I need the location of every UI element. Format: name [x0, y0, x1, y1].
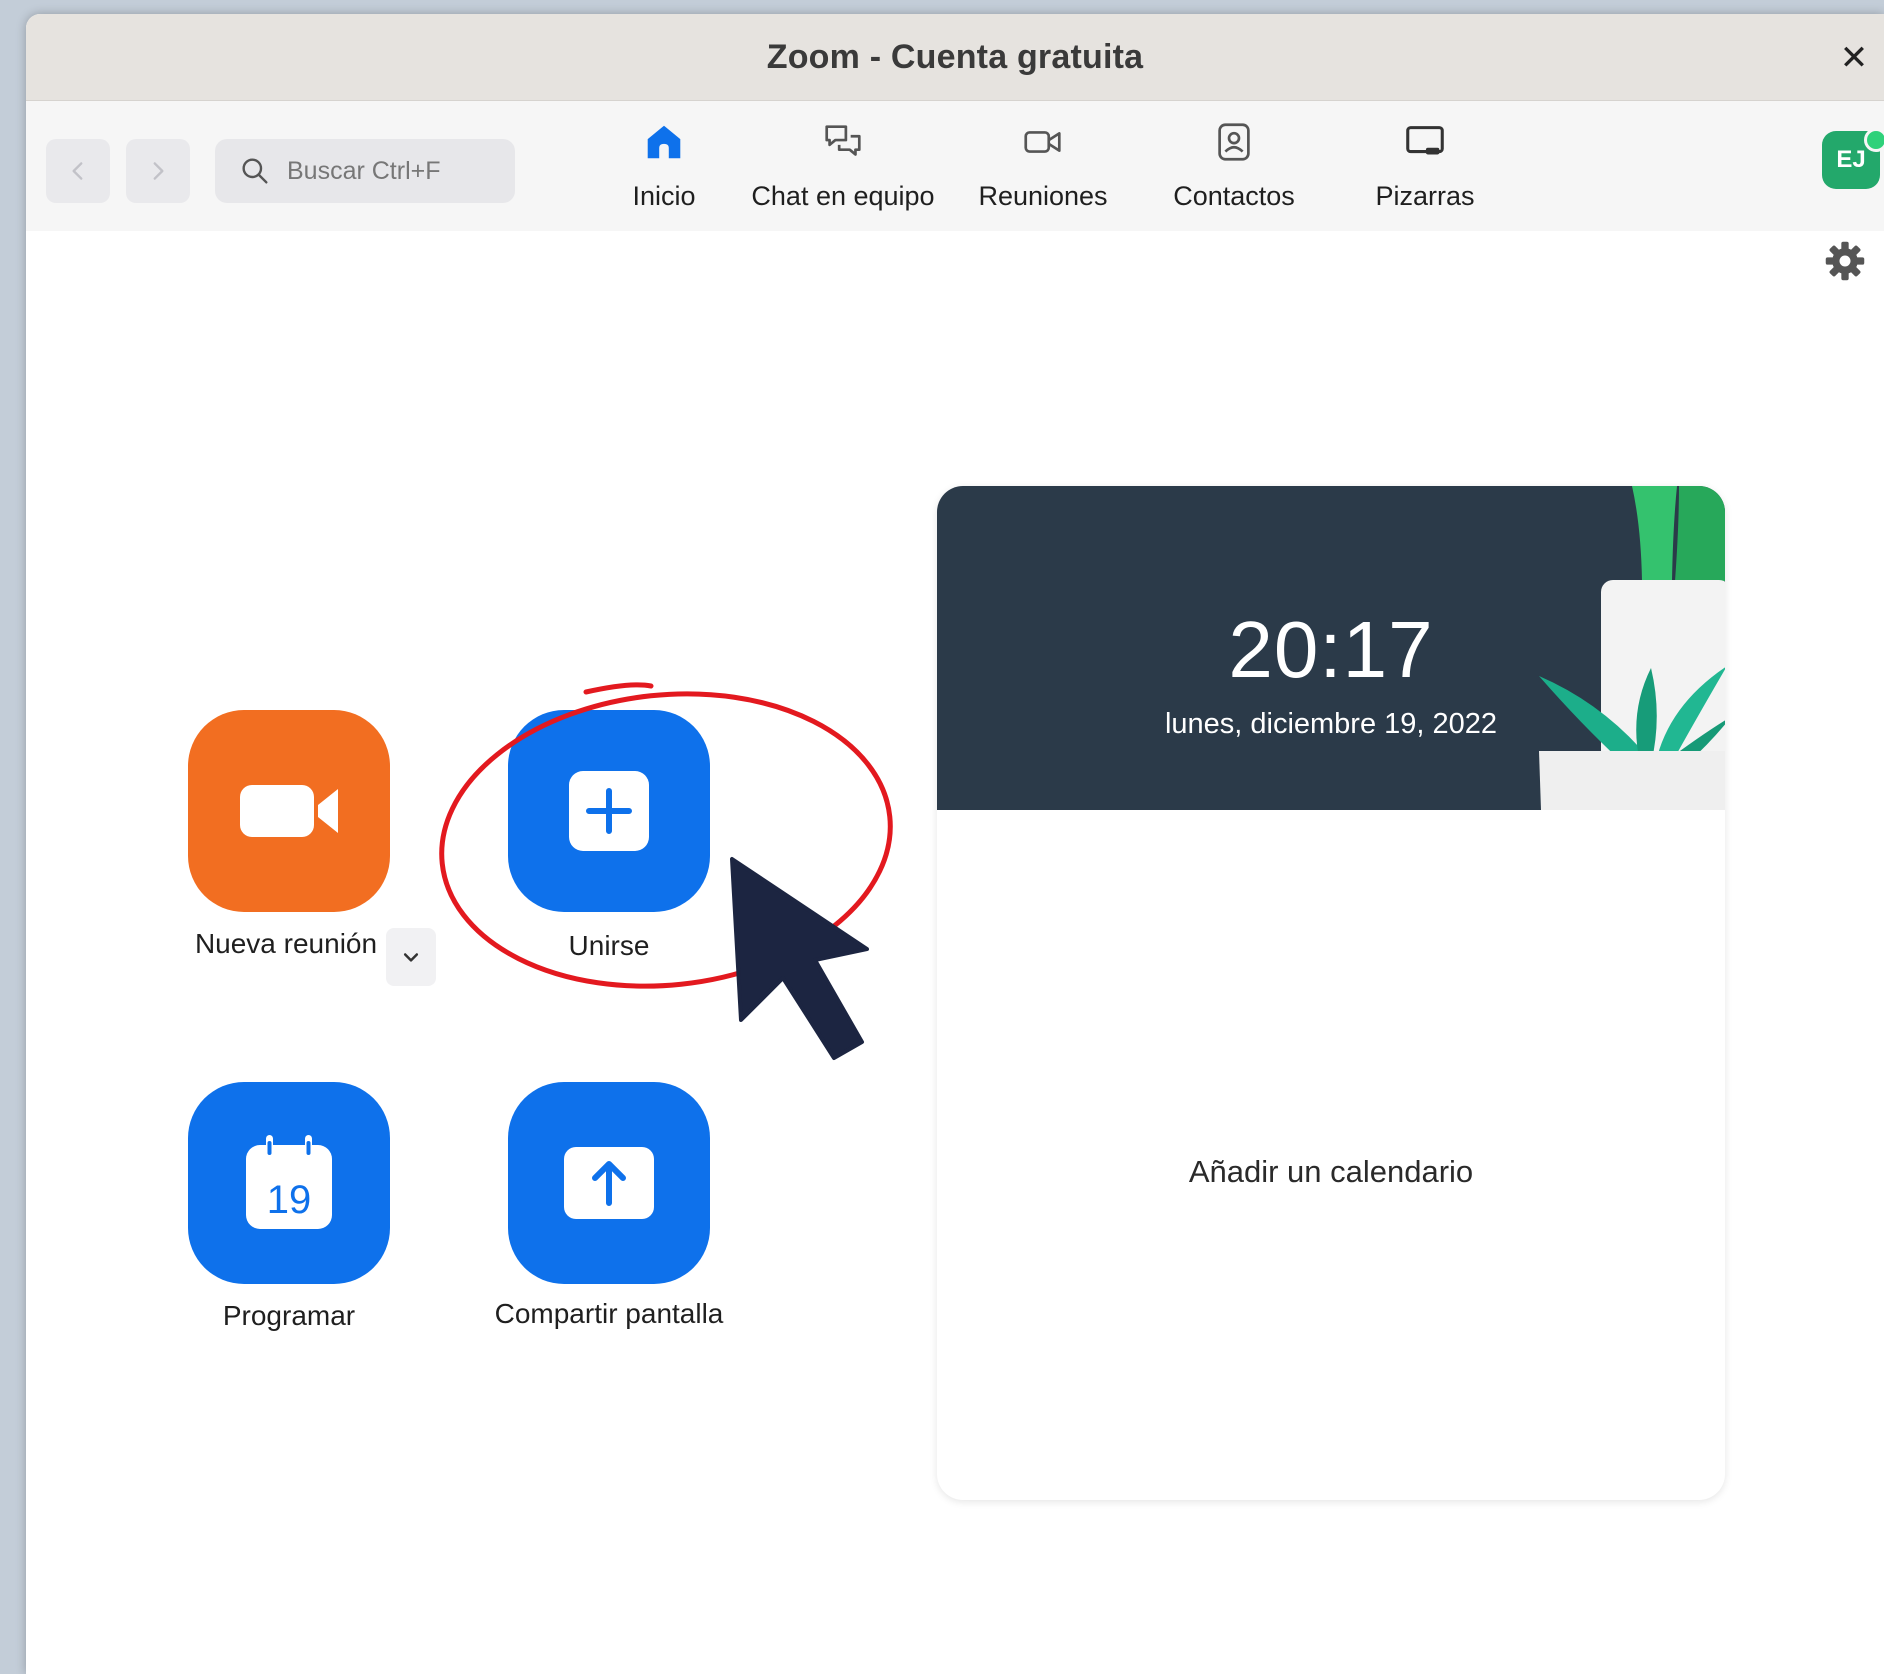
tab-reuniones[interactable]: Reuniones [968, 113, 1118, 223]
calendar-card: 20:17 lunes, diciembre 19, 2022 Añadir u… [937, 486, 1725, 1500]
title-bar: Zoom - Cuenta gratuita ✕ [26, 14, 1884, 101]
chevron-right-icon [153, 162, 164, 180]
tab-label: Contactos [1173, 181, 1295, 211]
tab-inicio[interactable]: Inicio [604, 113, 724, 223]
join-label: Unirse [568, 930, 650, 961]
close-button[interactable]: ✕ [1834, 38, 1874, 78]
chevron-left-icon [72, 162, 83, 180]
status-indicator [1864, 128, 1884, 152]
tab-contactos[interactable]: Contactos [1159, 113, 1309, 223]
zoom-window: Zoom - Cuenta gratuita ✕ Inicio Chat en … [26, 14, 1884, 1674]
gear-icon[interactable] [1823, 239, 1867, 283]
calendar-icon: 19 [246, 1135, 332, 1229]
video-camera-icon [1024, 131, 1061, 153]
tab-label: Inicio [632, 181, 696, 211]
clock-time: 20:17 [1228, 605, 1434, 694]
whiteboard-icon [1406, 126, 1444, 155]
clock-date: lunes, diciembre 19, 2022 [1164, 708, 1498, 740]
contacts-icon [1218, 123, 1250, 161]
video-camera-icon [240, 785, 338, 837]
forward-button[interactable] [126, 139, 190, 203]
window-title: Zoom - Cuenta gratuita [766, 38, 1144, 76]
new-meeting-options-button[interactable] [386, 928, 436, 986]
close-icon: ✕ [1839, 39, 1869, 77]
schedule-label: Programar [222, 1300, 356, 1331]
chevron-down-icon [403, 953, 419, 962]
annotation-stroke [583, 682, 654, 695]
tab-pizarras[interactable]: Pizarras [1350, 113, 1500, 223]
new-meeting-button[interactable] [188, 710, 390, 912]
tab-label: Reuniones [978, 181, 1108, 211]
upload-arrow-icon [564, 1147, 654, 1219]
add-calendar-link[interactable]: Añadir un calendario [937, 1154, 1725, 1190]
home-icon [647, 125, 681, 159]
chat-icon [825, 125, 861, 156]
toolbar: Inicio Chat en equipo Reuniones Contacto… [26, 101, 1884, 231]
calendar-day: 19 [267, 1178, 312, 1222]
avatar-initials: EJ [1836, 146, 1866, 173]
join-button[interactable] [508, 710, 710, 912]
tab-chat[interactable]: Chat en equipo [748, 113, 938, 223]
back-button[interactable] [46, 139, 110, 203]
plus-icon [569, 771, 649, 851]
tab-label: Chat en equipo [751, 181, 935, 211]
clock-banner: 20:17 lunes, diciembre 19, 2022 [937, 486, 1725, 810]
search-icon [242, 158, 268, 184]
search-box[interactable] [215, 139, 515, 203]
tab-label: Pizarras [1375, 181, 1475, 211]
new-meeting-label: Nueva reunión [194, 928, 378, 959]
share-screen-button[interactable] [508, 1082, 710, 1284]
search-input[interactable] [285, 155, 509, 187]
schedule-button[interactable]: 19 [188, 1082, 390, 1284]
share-screen-label: Compartir pantalla [494, 1298, 724, 1329]
